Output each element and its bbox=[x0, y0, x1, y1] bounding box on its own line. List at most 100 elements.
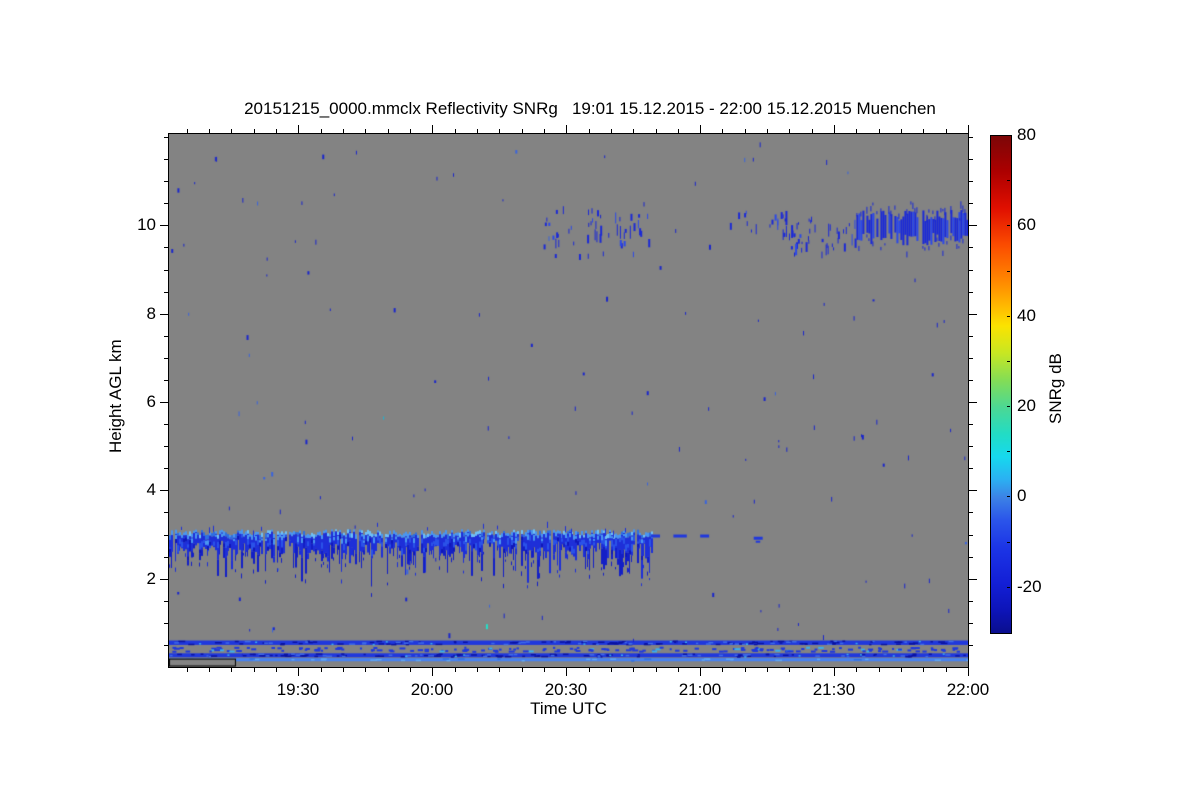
x-minor-tick-top bbox=[187, 129, 188, 133]
y-major-tick bbox=[160, 579, 168, 580]
x-major-tick bbox=[700, 668, 701, 676]
x-major-tick bbox=[834, 668, 835, 676]
y-minor-tick-right bbox=[969, 203, 973, 204]
heatmap-canvas bbox=[169, 134, 968, 667]
y-major-tick-right bbox=[969, 225, 977, 226]
x-minor-tick bbox=[321, 668, 322, 672]
x-minor-tick bbox=[901, 668, 902, 672]
x-minor-tick-top bbox=[477, 129, 478, 133]
y-minor-tick bbox=[164, 512, 168, 513]
y-minor-tick bbox=[164, 137, 168, 138]
x-minor-tick-top bbox=[209, 129, 210, 133]
colorbar-minor-tick bbox=[1007, 225, 1010, 226]
x-major-tick-top bbox=[298, 125, 299, 133]
colorbar-minor-tick bbox=[1007, 180, 1010, 181]
x-minor-tick-top bbox=[745, 129, 746, 133]
colorbar-minor-tick bbox=[1007, 496, 1010, 497]
x-minor-tick bbox=[254, 668, 255, 672]
x-minor-tick-top bbox=[388, 129, 389, 133]
x-minor-tick-top bbox=[343, 129, 344, 133]
x-major-tick bbox=[968, 668, 969, 676]
y-minor-tick-right bbox=[969, 292, 973, 293]
x-minor-tick bbox=[544, 668, 545, 672]
colorbar-minor-tick bbox=[1007, 451, 1010, 452]
y-major-tick bbox=[160, 490, 168, 491]
radar-figure-page: 20151215_0000.mmclx Reflectivity SNRg 19… bbox=[0, 0, 1200, 800]
y-minor-tick-right bbox=[969, 424, 973, 425]
y-minor-tick-right bbox=[969, 645, 973, 646]
y-major-tick bbox=[160, 314, 168, 315]
x-minor-tick bbox=[499, 668, 500, 672]
y-tick-label: 4 bbox=[146, 480, 156, 499]
x-minor-tick bbox=[633, 668, 634, 672]
y-minor-tick bbox=[164, 292, 168, 293]
x-minor-tick bbox=[879, 668, 880, 672]
colorbar-minor-tick bbox=[1007, 587, 1010, 588]
x-minor-tick-top bbox=[722, 129, 723, 133]
y-minor-tick bbox=[164, 645, 168, 646]
y-minor-tick-right bbox=[969, 336, 973, 337]
y-tick-label: 8 bbox=[146, 304, 156, 323]
y-minor-tick-right bbox=[969, 446, 973, 447]
y-minor-tick-right bbox=[969, 247, 973, 248]
y-minor-tick-right bbox=[969, 137, 973, 138]
colorbar-minor-tick bbox=[1007, 542, 1010, 543]
x-minor-tick bbox=[187, 668, 188, 672]
y-minor-tick-right bbox=[969, 270, 973, 271]
colorbar-minor-tick bbox=[1007, 271, 1010, 272]
y-tick-label: 2 bbox=[146, 569, 156, 588]
x-minor-tick bbox=[946, 668, 947, 672]
figure-title: 20151215_0000.mmclx Reflectivity SNRg 19… bbox=[244, 99, 936, 118]
y-minor-tick bbox=[164, 181, 168, 182]
y-major-tick-right bbox=[969, 402, 977, 403]
y-minor-tick bbox=[164, 601, 168, 602]
x-minor-tick-top bbox=[856, 129, 857, 133]
x-minor-tick bbox=[767, 668, 768, 672]
x-minor-tick-top bbox=[365, 129, 366, 133]
x-minor-tick bbox=[365, 668, 366, 672]
x-minor-tick-top bbox=[656, 129, 657, 133]
x-minor-tick bbox=[231, 668, 232, 672]
x-minor-tick bbox=[722, 668, 723, 672]
y-minor-tick-right bbox=[969, 181, 973, 182]
y-minor-tick bbox=[164, 159, 168, 160]
y-minor-tick-right bbox=[969, 512, 973, 513]
colorbar-tick-label: 0 bbox=[1017, 486, 1027, 505]
x-minor-tick-top bbox=[946, 129, 947, 133]
x-tick-label: 19:30 bbox=[276, 680, 320, 699]
x-minor-tick-top bbox=[923, 129, 924, 133]
x-major-tick bbox=[566, 668, 567, 676]
x-tick-label: 22:00 bbox=[946, 680, 990, 699]
y-minor-tick bbox=[164, 380, 168, 381]
colorbar-tick-label: 60 bbox=[1017, 215, 1036, 234]
colorbar-minor-tick bbox=[1007, 406, 1010, 407]
x-minor-tick bbox=[477, 668, 478, 672]
x-minor-tick-top bbox=[589, 129, 590, 133]
x-major-tick-top bbox=[834, 125, 835, 133]
x-minor-tick bbox=[209, 668, 210, 672]
colorbar-minor-tick bbox=[1007, 361, 1010, 362]
y-minor-tick-right bbox=[969, 535, 973, 536]
x-minor-tick bbox=[611, 668, 612, 672]
y-minor-tick bbox=[164, 247, 168, 248]
y-major-tick bbox=[160, 402, 168, 403]
y-minor-tick bbox=[164, 358, 168, 359]
x-major-tick bbox=[298, 668, 299, 676]
y-minor-tick-right bbox=[969, 159, 973, 160]
y-tick-label: 6 bbox=[146, 392, 156, 411]
x-tick-label: 21:00 bbox=[678, 680, 722, 699]
x-minor-tick bbox=[522, 668, 523, 672]
x-minor-tick bbox=[388, 668, 389, 672]
x-minor-tick bbox=[812, 668, 813, 672]
y-minor-tick bbox=[164, 270, 168, 271]
x-minor-tick-top bbox=[410, 129, 411, 133]
x-minor-tick bbox=[410, 668, 411, 672]
y-minor-tick-right bbox=[969, 601, 973, 602]
colorbar-tick-label: 80 bbox=[1017, 125, 1036, 144]
x-minor-tick bbox=[343, 668, 344, 672]
x-axis-title: Time UTC bbox=[530, 699, 607, 718]
x-minor-tick bbox=[789, 668, 790, 672]
y-minor-tick bbox=[164, 623, 168, 624]
x-minor-tick bbox=[923, 668, 924, 672]
x-minor-tick-top bbox=[254, 129, 255, 133]
